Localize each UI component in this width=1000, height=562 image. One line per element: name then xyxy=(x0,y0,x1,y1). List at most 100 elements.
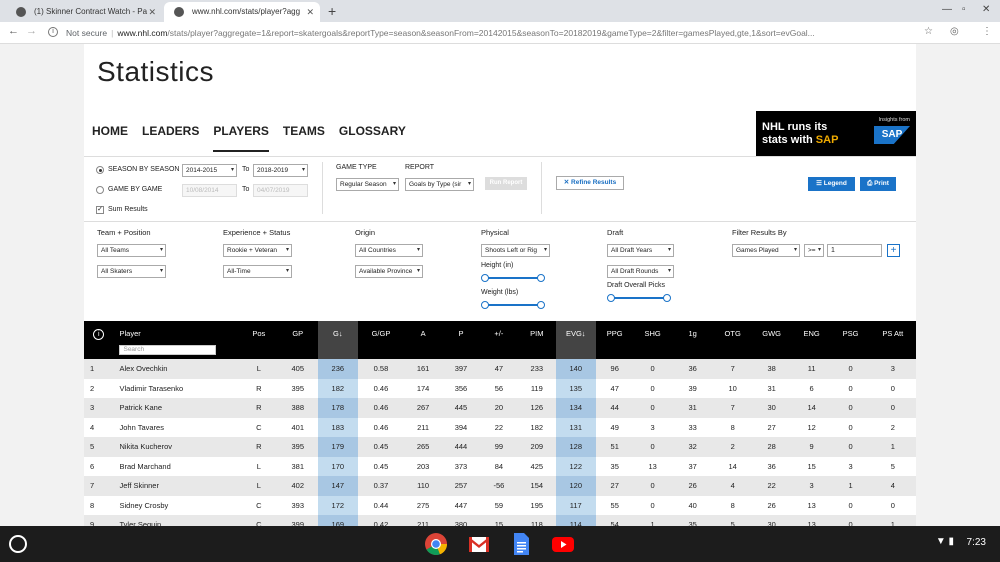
column-header[interactable]: SHG xyxy=(633,321,672,359)
player-name-link[interactable]: Patrick Kane xyxy=(113,398,240,418)
date-to-field[interactable]: 04/07/2019 xyxy=(253,184,308,197)
info-icon[interactable]: i xyxy=(93,329,105,340)
game-type-select[interactable]: Regular Season xyxy=(336,178,399,191)
wifi-battery-icons[interactable]: ▼ ▮ xyxy=(936,536,954,547)
info-icon[interactable]: i xyxy=(48,27,58,37)
extension-icon[interactable]: ◎ xyxy=(950,26,959,37)
height-slider[interactable] xyxy=(481,274,545,282)
gmail-icon[interactable] xyxy=(467,532,491,556)
forward-icon[interactable]: → xyxy=(26,25,37,37)
draft-rounds-select[interactable]: All Draft Rounds xyxy=(607,265,674,278)
slider-max-handle[interactable] xyxy=(537,301,545,309)
column-header[interactable]: GWG xyxy=(751,321,792,359)
browser-tab-1[interactable]: (1) Skinner Contract Watch - Pa ✕ xyxy=(6,2,162,22)
column-header[interactable]: Pos xyxy=(239,321,278,359)
date-from-field[interactable]: 10/08/2014 xyxy=(182,184,237,197)
back-icon[interactable]: ← xyxy=(8,25,19,37)
sap-sponsor-banner[interactable]: Insights from NHL runs its stats with SA… xyxy=(756,111,916,156)
column-header[interactable]: PSG xyxy=(831,321,870,359)
table-row[interactable]: 3 Patrick Kane R 388 178 0.46 267 445 20 126 134 44… xyxy=(84,398,916,418)
add-filter-button[interactable]: + xyxy=(887,244,900,257)
bookmark-star-icon[interactable]: ☆ xyxy=(924,26,933,37)
province-select[interactable]: Available Province xyxy=(355,265,423,278)
column-header[interactable]: Player Search xyxy=(113,321,240,359)
legend-button[interactable]: ☰ Legend xyxy=(808,177,855,191)
nav-leaders[interactable]: LEADERS xyxy=(142,124,199,150)
launcher-icon[interactable] xyxy=(9,535,27,553)
column-header[interactable]: G↓ xyxy=(317,321,358,359)
minimize-icon[interactable]: — xyxy=(942,4,952,15)
status-select[interactable]: All-Time xyxy=(223,265,292,278)
column-header[interactable]: 1g xyxy=(671,321,714,359)
maximize-icon[interactable]: ▫ xyxy=(962,4,966,15)
player-name-link[interactable]: Sidney Crosby xyxy=(113,495,240,515)
filter-operator-select[interactable]: >= xyxy=(804,244,824,257)
column-header[interactable]: PPG xyxy=(595,321,634,359)
table-row[interactable]: 6 Brad Marchand L 381 170 0.45 203 373 84 425 122 3… xyxy=(84,456,916,476)
refine-results-button[interactable]: ✕ Refine Results xyxy=(556,176,624,190)
column-header[interactable]: P xyxy=(442,321,480,359)
slider-min-handle[interactable] xyxy=(481,301,489,309)
run-report-button[interactable]: Run Report xyxy=(485,177,527,190)
table-row[interactable]: 2 Vladimir Tarasenko R 395 182 0.46 174 356 56 11… xyxy=(84,378,916,398)
close-tab-icon[interactable]: ✕ xyxy=(306,2,314,22)
table-row[interactable]: 4 John Tavares C 401 183 0.46 211 394 22 182 131 49… xyxy=(84,417,916,437)
column-header[interactable]: A xyxy=(404,321,443,359)
sum-results-checkbox[interactable]: ✓ xyxy=(96,206,104,214)
column-header[interactable]: EVG↓ xyxy=(555,321,596,359)
player-name-link[interactable]: John Tavares xyxy=(113,417,240,437)
player-name-link[interactable]: Alex Ovechkin xyxy=(113,359,240,379)
browser-tab-2[interactable]: www.nhl.com/stats/player?agg ✕ xyxy=(164,2,320,22)
column-header[interactable]: PS Att xyxy=(869,321,916,359)
game-by-game-radio[interactable] xyxy=(96,186,104,194)
player-search-input[interactable]: Search xyxy=(119,345,217,355)
table-row[interactable]: 8 Sidney Crosby C 393 172 0.44 275 447 59 195 117 5… xyxy=(84,495,916,515)
nav-glossary[interactable]: GLOSSARY xyxy=(339,124,406,150)
chrome-icon[interactable] xyxy=(424,532,448,556)
season-by-season-radio[interactable] xyxy=(96,166,104,174)
country-select[interactable]: All Countries xyxy=(355,244,423,257)
column-header[interactable]: GP xyxy=(277,321,318,359)
table-row[interactable]: 7 Jeff Skinner L 402 147 0.37 110 257 -56 154 120 2… xyxy=(84,476,916,496)
column-header[interactable]: +/- xyxy=(479,321,518,359)
report-select[interactable]: Goals by Type (sir xyxy=(405,178,474,191)
close-tab-icon[interactable]: ✕ xyxy=(148,2,156,22)
column-header[interactable]: G/GP xyxy=(357,321,405,359)
weight-slider[interactable] xyxy=(481,301,545,309)
shoots-select[interactable]: Shoots Left or Rig xyxy=(481,244,550,257)
player-name-link[interactable]: Jeff Skinner xyxy=(113,476,240,496)
season-from-select[interactable]: 2014-2015 xyxy=(182,164,237,177)
column-header[interactable]: ENG xyxy=(791,321,832,359)
table-row[interactable]: 1 Alex Ovechkin L 405 236 0.58 161 397 47 233 140 9… xyxy=(84,359,916,379)
filter-value-input[interactable]: 1 xyxy=(827,244,882,257)
team-select[interactable]: All Teams xyxy=(97,244,166,257)
slider-max-handle[interactable] xyxy=(663,294,671,302)
menu-icon[interactable]: ⋮ xyxy=(982,26,992,37)
slider-min-handle[interactable] xyxy=(607,294,615,302)
draft-picks-slider[interactable] xyxy=(607,294,671,302)
player-name-link[interactable]: Nikita Kucherov xyxy=(113,437,240,457)
column-header[interactable]: OTG xyxy=(713,321,752,359)
filter-field-select[interactable]: Games Played xyxy=(732,244,800,257)
youtube-icon[interactable] xyxy=(551,532,575,556)
clock[interactable]: 7:23 xyxy=(967,537,986,548)
table-row[interactable]: 5 Nikita Kucherov R 395 179 0.45 265 444 99 209 12… xyxy=(84,437,916,457)
season-to-select[interactable]: 2018-2019 xyxy=(253,164,308,177)
nav-players[interactable]: PLAYERS xyxy=(213,124,269,152)
player-name-link[interactable]: Tyler Seguin xyxy=(113,515,240,526)
table-row[interactable]: 9 Tyler Seguin C 399 169 0.42 211 380 15 118 114 54… xyxy=(84,515,916,526)
new-tab-button[interactable]: + xyxy=(328,2,336,20)
nav-teams[interactable]: TEAMS xyxy=(283,124,325,150)
info-column-header[interactable]: i xyxy=(84,321,114,359)
column-header[interactable]: PIM xyxy=(517,321,556,359)
close-window-icon[interactable]: ✕ xyxy=(982,4,990,15)
nav-home[interactable]: HOME xyxy=(92,124,128,150)
player-name-link[interactable]: Vladimir Tarasenko xyxy=(113,378,240,398)
print-button[interactable]: ⎙ Print xyxy=(860,177,896,191)
player-name-link[interactable]: Brad Marchand xyxy=(113,456,240,476)
url-field[interactable]: Not secure | www.nhl.com/stats/player?aggr… xyxy=(66,24,946,42)
skaters-select[interactable]: All Skaters xyxy=(97,265,166,278)
slider-min-handle[interactable] xyxy=(481,274,489,282)
docs-icon[interactable] xyxy=(509,532,533,556)
draft-years-select[interactable]: All Draft Years xyxy=(607,244,674,257)
